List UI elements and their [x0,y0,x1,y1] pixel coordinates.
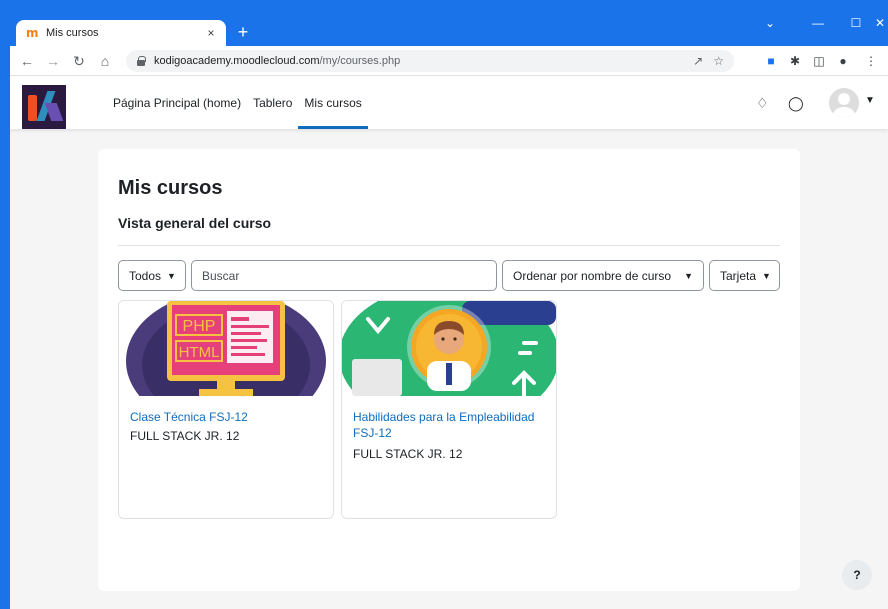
forward-arrow-icon[interactable]: → [44,52,62,70]
course-card[interactable]: Habilidades para la Empleabilidad FSJ-12… [341,300,557,519]
chevron-down-icon: ▼ [167,270,176,281]
sort-dropdown[interactable]: Ordenar por nombre de curso ▼ [502,260,704,291]
chevron-down-icon: ▼ [762,270,771,281]
course-name-link[interactable]: Habilidades para la Empleabilidad FSJ-12 [353,409,549,441]
course-card[interactable]: PHP HTML Clase Técnica FSJ-12 FULL STACK… [118,300,334,519]
home-icon[interactable]: ⌂ [96,52,114,70]
reload-icon[interactable]: ↻ [70,52,88,70]
primary-navigation: Página Principal (home) Tablero Mis curs… [107,77,369,129]
course-category: FULL STACK JR. 12 [353,447,463,461]
nav-home[interactable]: Página Principal (home) [107,77,247,129]
tab-close-icon[interactable]: × [204,26,218,40]
url-text[interactable]: kodigoacademy.moodlecloud.com/my/courses… [154,55,683,67]
course-image[interactable]: PHP HTML [119,301,333,396]
course-overview-region: Mis cursos Vista general del curso Todos… [98,149,800,591]
extensions-puzzle-icon[interactable]: ✱ [786,52,804,70]
notifications-bell-icon[interactable]: ♢ [756,95,769,112]
course-name-link[interactable]: Clase Técnica FSJ-12 [130,409,326,425]
browser-menu-icon[interactable]: ⋮ [862,52,880,70]
user-menu-chevron-icon[interactable]: ▼ [865,95,875,106]
profile-icon[interactable]: ● [834,52,852,70]
lock-icon[interactable] [136,56,146,66]
search-input[interactable]: Buscar [191,260,497,291]
user-avatar[interactable] [829,88,859,118]
bookmark-star-icon[interactable]: ☆ [713,54,724,68]
tab-search-icon[interactable]: ⌄ [750,10,790,40]
tab-title: Mis cursos [46,27,99,39]
back-arrow-icon[interactable]: ← [18,52,36,70]
new-tab-button[interactable]: + [232,22,254,44]
help-button[interactable]: ? [842,560,872,590]
course-image[interactable] [342,301,556,396]
grouping-dropdown[interactable]: Todos ▼ [118,260,186,291]
messages-chat-icon[interactable]: ◯ [788,95,804,112]
share-icon[interactable]: ↗ [693,54,703,68]
browser-toolbar: ← → ↻ ⌂ kodigoacademy.moodlecloud.com/my… [10,46,888,76]
chevron-down-icon: ▼ [684,270,693,281]
moodle-favicon-icon: m [26,26,39,40]
course-category: FULL STACK JR. 12 [130,429,240,443]
display-mode-dropdown[interactable]: Tarjeta ▼ [709,260,780,291]
save-extension-icon[interactable]: ■ [762,52,780,70]
site-logo[interactable] [22,85,66,129]
minimize-icon[interactable]: — [798,10,838,40]
course-image-html-text: HTML [179,344,220,361]
side-panel-icon[interactable]: ◫ [810,52,828,70]
close-window-icon[interactable]: ✕ [860,10,888,40]
site-header: Página Principal (home) Tablero Mis curs… [10,77,888,129]
nav-my-courses[interactable]: Mis cursos [298,77,369,129]
page-title: Mis cursos [118,177,223,199]
browser-tab-active[interactable]: m Mis cursos × [16,20,226,46]
address-bar[interactable]: kodigoacademy.moodlecloud.com/my/courses… [126,50,734,72]
browser-titlebar: m Mis cursos × + ⌄ — ☐ ✕ [10,10,888,46]
browser-window: m Mis cursos × + ⌄ — ☐ ✕ ← → ↻ ⌂ kodigoa… [10,10,888,609]
section-heading: Vista general del curso [118,215,272,231]
divider [118,245,780,246]
course-controls: Todos ▼ Buscar Ordenar por nombre de curs… [118,260,780,291]
course-image-php-text: PHP [183,318,216,335]
nav-dashboard[interactable]: Tablero [247,77,298,129]
